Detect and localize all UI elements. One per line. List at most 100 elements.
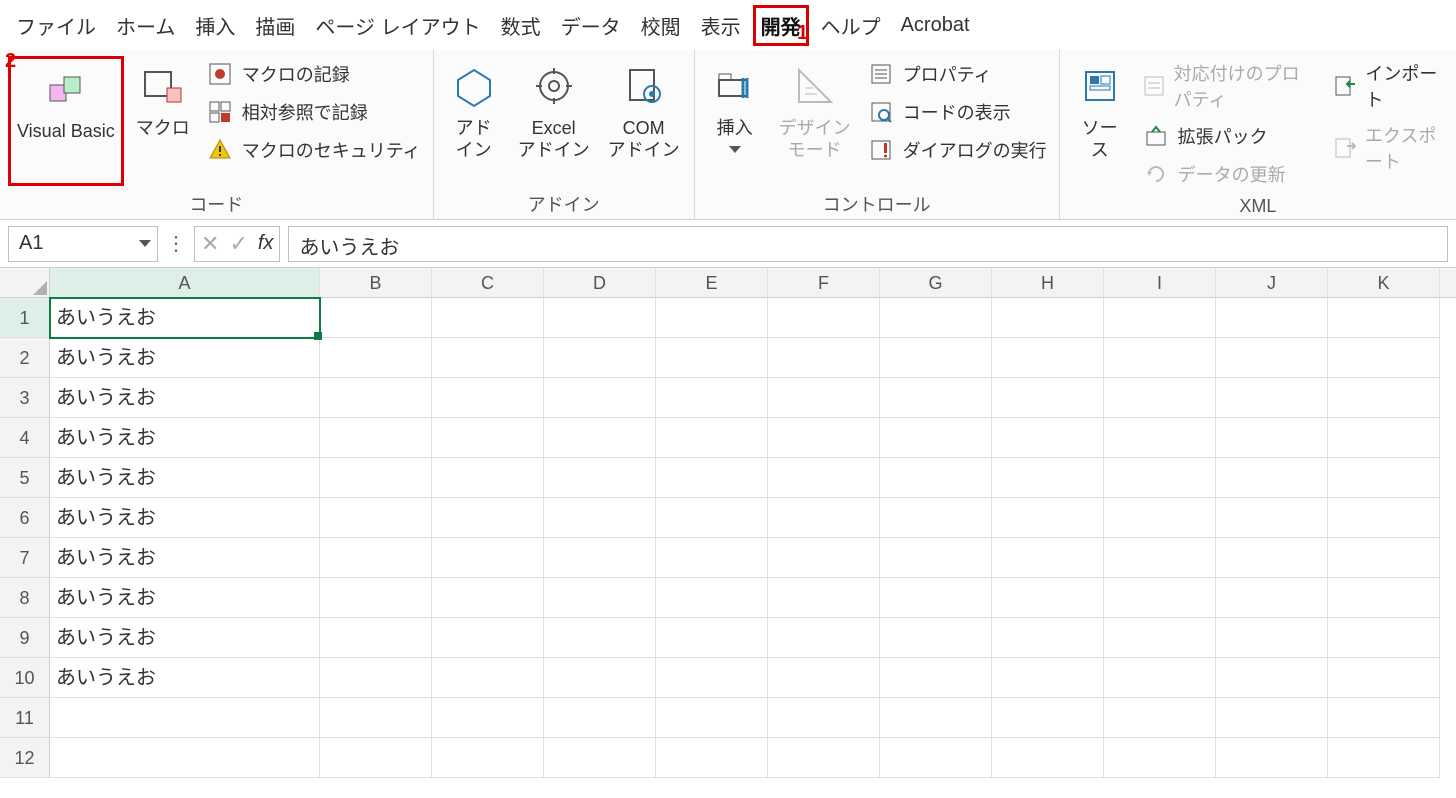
cell-K10[interactable] — [1328, 658, 1440, 698]
cell-G9[interactable] — [880, 618, 992, 658]
column-header-K[interactable]: K — [1328, 268, 1440, 297]
cell-B4[interactable] — [320, 418, 432, 458]
cell-K3[interactable] — [1328, 378, 1440, 418]
cell-A5[interactable]: あいうえお — [50, 458, 320, 498]
cell-I10[interactable] — [1104, 658, 1216, 698]
cell-J10[interactable] — [1216, 658, 1328, 698]
menu-page-layout[interactable]: ページ レイアウト — [307, 5, 488, 46]
cell-H6[interactable] — [992, 498, 1104, 538]
cell-E8[interactable] — [656, 578, 768, 618]
row-header-12[interactable]: 12 — [0, 738, 50, 778]
com-addins-button[interactable]: COM アドイン — [602, 56, 686, 186]
cell-C3[interactable] — [432, 378, 544, 418]
column-header-G[interactable]: G — [880, 268, 992, 297]
row-header-2[interactable]: 2 — [0, 338, 50, 378]
cell-B11[interactable] — [320, 698, 432, 738]
use-relative-references-button[interactable]: 相対参照で記録 — [202, 96, 425, 128]
cell-B5[interactable] — [320, 458, 432, 498]
cell-K11[interactable] — [1328, 698, 1440, 738]
cell-E1[interactable] — [656, 298, 768, 338]
cell-I4[interactable] — [1104, 418, 1216, 458]
cell-E6[interactable] — [656, 498, 768, 538]
cell-K7[interactable] — [1328, 538, 1440, 578]
cell-K5[interactable] — [1328, 458, 1440, 498]
column-header-B[interactable]: B — [320, 268, 432, 297]
menu-draw[interactable]: 描画 — [247, 5, 303, 46]
addins-button[interactable]: アド イン — [442, 56, 506, 186]
cell-A10[interactable]: あいうえお — [50, 658, 320, 698]
row-header-11[interactable]: 11 — [0, 698, 50, 738]
cell-D9[interactable] — [544, 618, 656, 658]
macros-button[interactable]: マクロ — [130, 56, 196, 186]
column-header-F[interactable]: F — [768, 268, 880, 297]
cell-A1[interactable]: あいうえお — [50, 298, 320, 338]
cell-J12[interactable] — [1216, 738, 1328, 778]
cell-E3[interactable] — [656, 378, 768, 418]
cell-F12[interactable] — [768, 738, 880, 778]
cell-H3[interactable] — [992, 378, 1104, 418]
select-all-corner[interactable] — [0, 268, 50, 297]
cell-B10[interactable] — [320, 658, 432, 698]
row-header-5[interactable]: 5 — [0, 458, 50, 498]
cell-C12[interactable] — [432, 738, 544, 778]
cell-I9[interactable] — [1104, 618, 1216, 658]
cell-D7[interactable] — [544, 538, 656, 578]
cell-I5[interactable] — [1104, 458, 1216, 498]
cell-H11[interactable] — [992, 698, 1104, 738]
cell-B9[interactable] — [320, 618, 432, 658]
cell-A2[interactable]: あいうえお — [50, 338, 320, 378]
menu-data[interactable]: データ — [553, 5, 629, 46]
cell-C9[interactable] — [432, 618, 544, 658]
cell-C8[interactable] — [432, 578, 544, 618]
cell-G4[interactable] — [880, 418, 992, 458]
cell-B6[interactable] — [320, 498, 432, 538]
design-mode-button[interactable]: デザイン モード — [773, 56, 857, 186]
cell-A3[interactable]: あいうえお — [50, 378, 320, 418]
row-header-7[interactable]: 7 — [0, 538, 50, 578]
column-header-A[interactable]: A — [50, 268, 320, 297]
insert-function-icon[interactable]: fx — [258, 232, 274, 255]
cell-F4[interactable] — [768, 418, 880, 458]
cell-H4[interactable] — [992, 418, 1104, 458]
cell-F3[interactable] — [768, 378, 880, 418]
cell-A7[interactable]: あいうえお — [50, 538, 320, 578]
xml-source-button[interactable]: ソース — [1068, 56, 1132, 186]
enter-formula-icon[interactable]: ✓ — [229, 231, 247, 257]
cell-D11[interactable] — [544, 698, 656, 738]
cell-E4[interactable] — [656, 418, 768, 458]
cell-K2[interactable] — [1328, 338, 1440, 378]
cell-F5[interactable] — [768, 458, 880, 498]
cell-C4[interactable] — [432, 418, 544, 458]
formula-input[interactable]: あいうえお — [288, 226, 1448, 262]
record-macro-button[interactable]: マクロの記録 — [202, 58, 425, 90]
cell-B7[interactable] — [320, 538, 432, 578]
menu-view[interactable]: 表示 — [693, 5, 749, 46]
insert-control-button[interactable]: 挿入 — [703, 56, 767, 186]
cell-A12[interactable] — [50, 738, 320, 778]
menu-file[interactable]: ファイル — [8, 5, 104, 46]
cell-G12[interactable] — [880, 738, 992, 778]
cell-C5[interactable] — [432, 458, 544, 498]
cell-F11[interactable] — [768, 698, 880, 738]
cell-H1[interactable] — [992, 298, 1104, 338]
column-header-H[interactable]: H — [992, 268, 1104, 297]
cell-A4[interactable]: あいうえお — [50, 418, 320, 458]
cell-F8[interactable] — [768, 578, 880, 618]
cell-K8[interactable] — [1328, 578, 1440, 618]
cell-B3[interactable] — [320, 378, 432, 418]
cell-J7[interactable] — [1216, 538, 1328, 578]
cell-G11[interactable] — [880, 698, 992, 738]
cell-D6[interactable] — [544, 498, 656, 538]
cell-I12[interactable] — [1104, 738, 1216, 778]
column-header-J[interactable]: J — [1216, 268, 1328, 297]
cell-B1[interactable] — [320, 298, 432, 338]
cell-E10[interactable] — [656, 658, 768, 698]
more-options-button[interactable]: ⋮ — [166, 231, 186, 256]
menu-formulas[interactable]: 数式 — [493, 5, 549, 46]
cell-J1[interactable] — [1216, 298, 1328, 338]
menu-review[interactable]: 校閲 — [633, 5, 689, 46]
cell-C7[interactable] — [432, 538, 544, 578]
cell-J9[interactable] — [1216, 618, 1328, 658]
cell-A9[interactable]: あいうえお — [50, 618, 320, 658]
row-header-9[interactable]: 9 — [0, 618, 50, 658]
